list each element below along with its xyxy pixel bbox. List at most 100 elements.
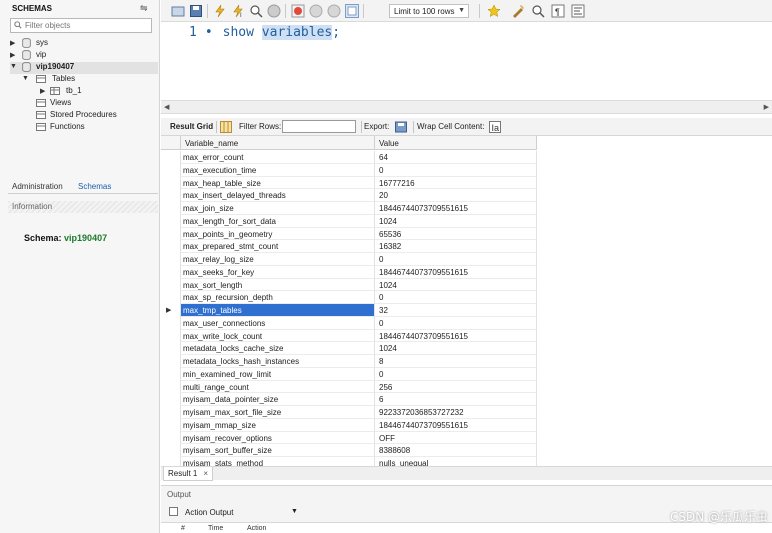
copy-icon[interactable]	[169, 507, 178, 516]
invisible-chars-icon[interactable]: ¶	[551, 4, 565, 18]
cell-variable-name[interactable]: max_user_connections	[181, 316, 375, 330]
schema-item-vip[interactable]: ▶ vip	[10, 50, 158, 62]
table-row[interactable]: max_join_size 18446744073709551615	[161, 202, 537, 215]
cell-value[interactable]: 32	[375, 304, 537, 317]
grid-layout-icon[interactable]	[220, 121, 232, 133]
cell-variable-name[interactable]: max_write_lock_count	[181, 329, 375, 343]
cell-variable-name[interactable]: max_prepared_stmt_count	[181, 240, 375, 253]
row-indicator[interactable]	[161, 342, 181, 355]
row-indicator[interactable]	[161, 278, 181, 292]
collapse-arrow-icon[interactable]: ▼	[10, 63, 17, 70]
add-snippet-icon[interactable]	[487, 4, 501, 18]
execute-current-icon[interactable]: I	[231, 4, 245, 19]
cell-value[interactable]: 16777216	[375, 176, 537, 190]
result-1-tab[interactable]: Result 1 ×	[163, 467, 213, 481]
cell-value[interactable]: 256	[375, 380, 537, 394]
table-row[interactable]: metadata_locks_hash_instances 8	[161, 355, 537, 368]
rollback-icon[interactable]	[327, 4, 341, 18]
row-indicator[interactable]	[161, 176, 181, 190]
table-row[interactable]: max_seeks_for_key 18446744073709551615	[161, 265, 537, 279]
cell-value[interactable]: 18446744073709551615	[375, 418, 537, 432]
table-row[interactable]: myisam_recover_options OFF	[161, 431, 537, 445]
cell-value[interactable]: nulls_unequal	[375, 457, 537, 466]
cell-value[interactable]: 0	[375, 316, 537, 330]
cell-variable-name[interactable]: metadata_locks_hash_instances	[181, 355, 375, 368]
row-indicator[interactable]	[161, 457, 181, 466]
table-row[interactable]: myisam_data_pointer_size 6	[161, 393, 537, 406]
tab-administration[interactable]: Administration	[12, 182, 63, 191]
table-row[interactable]: max_points_in_geometry 65536	[161, 227, 537, 241]
table-row[interactable]: multi_range_count 256	[161, 380, 537, 394]
table-row[interactable]: max_length_for_sort_data 1024	[161, 214, 537, 228]
row-indicator[interactable]	[161, 355, 181, 368]
row-indicator[interactable]	[161, 444, 181, 457]
tables-node[interactable]: ▼ Tables	[22, 74, 154, 86]
table-row[interactable]: myisam_mmap_size 18446744073709551615	[161, 418, 537, 432]
cell-value[interactable]: 65536	[375, 227, 537, 241]
cell-variable-name[interactable]: max_points_in_geometry	[181, 227, 375, 241]
beautify-icon[interactable]	[511, 4, 525, 18]
cell-value[interactable]: 18446744073709551615	[375, 265, 537, 279]
wrap-cell-icon[interactable]: Ia	[489, 121, 501, 133]
cell-variable-name[interactable]: max_seeks_for_key	[181, 265, 375, 279]
cell-variable-name[interactable]: max_execution_time	[181, 163, 375, 177]
schema-item-vip190407[interactable]: ▼ vip190407	[10, 62, 158, 74]
cell-variable-name[interactable]: max_insert_delayed_threads	[181, 189, 375, 202]
table-row[interactable]: max_user_connections 0	[161, 316, 537, 330]
cell-variable-name[interactable]: metadata_locks_cache_size	[181, 342, 375, 355]
table-row[interactable]: max_sort_length 1024	[161, 278, 537, 292]
row-indicator[interactable]	[161, 265, 181, 279]
result-grid-tab[interactable]: Result Grid	[170, 122, 213, 131]
expand-arrow-icon[interactable]: ▶	[40, 87, 45, 95]
schema-item-sys[interactable]: ▶ sys	[10, 38, 158, 50]
cell-value[interactable]: 18446744073709551615	[375, 329, 537, 343]
table-row[interactable]: min_examined_row_limit 0	[161, 367, 537, 381]
sql-line-1[interactable]: 1 • show variables;	[189, 25, 340, 40]
cell-variable-name[interactable]: max_sort_length	[181, 278, 375, 292]
collapse-arrow-icon[interactable]: ▼	[22, 75, 29, 82]
row-indicator[interactable]	[161, 291, 181, 304]
save-icon[interactable]	[189, 4, 203, 18]
row-indicator[interactable]	[161, 240, 181, 253]
row-indicator[interactable]	[161, 253, 181, 266]
toggle-error-icon[interactable]	[291, 4, 305, 18]
table-row[interactable]: max_write_lock_count 18446744073709551615	[161, 329, 537, 343]
table-row[interactable]: max_relay_log_size 0	[161, 253, 537, 266]
table-row[interactable]: max_execution_time 0	[161, 163, 537, 177]
cell-variable-name[interactable]: min_examined_row_limit	[181, 367, 375, 381]
cell-variable-name[interactable]: max_relay_log_size	[181, 253, 375, 266]
close-icon[interactable]: ×	[203, 469, 208, 478]
cell-value[interactable]: 0	[375, 291, 537, 304]
row-indicator[interactable]	[161, 329, 181, 343]
table-row[interactable]: myisam_stats_method nulls_unequal	[161, 457, 537, 466]
row-indicator[interactable]	[161, 227, 181, 241]
row-indicator[interactable]	[161, 406, 181, 419]
toggle-autocommit-icon[interactable]	[345, 4, 359, 18]
editor-horizontal-scrollbar[interactable]: ◀ ▶	[161, 100, 772, 114]
cell-value[interactable]: 1024	[375, 214, 537, 228]
find-icon[interactable]	[531, 4, 545, 18]
functions-node[interactable]: Functions	[36, 122, 154, 134]
export-icon[interactable]	[395, 121, 407, 133]
limit-rows-select[interactable]: Limit to 100 rows ▼	[389, 4, 469, 18]
table-row[interactable]: max_sp_recursion_depth 0	[161, 291, 537, 304]
result-grid[interactable]: Variable_name Value max_error_count 64 max…	[161, 136, 772, 466]
row-indicator[interactable]	[161, 380, 181, 394]
filter-objects-input[interactable]	[25, 20, 149, 31]
row-indicator[interactable]: ▶	[161, 304, 181, 317]
cell-value[interactable]: 0	[375, 163, 537, 177]
cell-variable-name[interactable]: myisam_recover_options	[181, 431, 375, 445]
row-indicator[interactable]	[161, 151, 181, 164]
scroll-right-icon[interactable]: ▶	[764, 103, 769, 111]
cell-value[interactable]: 16382	[375, 240, 537, 253]
stop-icon[interactable]	[267, 4, 281, 18]
cell-variable-name[interactable]: myisam_mmap_size	[181, 418, 375, 432]
cell-value[interactable]: 8388608	[375, 444, 537, 457]
column-header-variable-name[interactable]: Variable_name	[181, 136, 375, 150]
table-row[interactable]: myisam_sort_buffer_size 8388608	[161, 444, 537, 457]
cell-variable-name[interactable]: max_sp_recursion_depth	[181, 291, 375, 304]
table-row[interactable]: max_error_count 64	[161, 151, 537, 164]
cell-value[interactable]: 8	[375, 355, 537, 368]
table-row[interactable]: myisam_max_sort_file_size 922337203685372…	[161, 406, 537, 419]
expand-arrow-icon[interactable]: ▶	[10, 51, 15, 59]
